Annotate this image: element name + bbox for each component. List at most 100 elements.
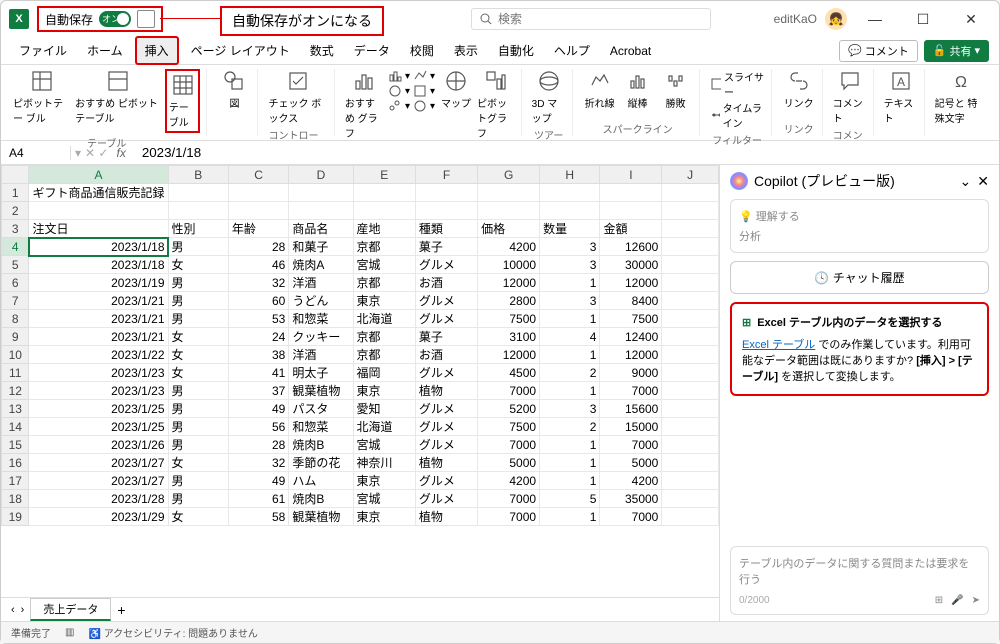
column-header[interactable]: H [540, 166, 600, 184]
pivot-table-button[interactable]: ピボットテー ブル [13, 69, 71, 125]
cell[interactable]: 男 [168, 310, 228, 328]
cell[interactable]: 観葉植物 [289, 382, 353, 400]
cell[interactable]: 2023/1/19 [29, 274, 168, 292]
cell[interactable]: 2023/1/21 [29, 328, 168, 346]
tab-help[interactable]: ヘルプ [546, 38, 598, 63]
cell[interactable]: 3 [540, 292, 600, 310]
cell[interactable]: 性別 [168, 220, 228, 238]
cell[interactable]: 7500 [600, 310, 662, 328]
autosave-toggle[interactable]: 自動保存 オン [37, 6, 163, 32]
cell[interactable]: 2023/1/23 [29, 364, 168, 382]
table-button[interactable]: テーブル [165, 69, 201, 133]
copilot-send-icon[interactable]: ➤ [972, 595, 980, 606]
tab-file[interactable]: ファイル [11, 38, 75, 63]
cell[interactable] [415, 184, 477, 202]
cell[interactable]: 1 [540, 454, 600, 472]
cell[interactable]: 3 [540, 238, 600, 256]
cell[interactable]: 58 [228, 508, 288, 526]
cell[interactable]: 年齢 [228, 220, 288, 238]
cell[interactable] [540, 202, 600, 220]
cell[interactable]: 女 [168, 364, 228, 382]
cell[interactable]: 1 [540, 508, 600, 526]
column-header[interactable]: F [415, 166, 477, 184]
cell[interactable]: 男 [168, 472, 228, 490]
maps-button[interactable]: マップ [439, 69, 473, 110]
cell[interactable]: お酒 [415, 274, 477, 292]
cell[interactable] [478, 202, 540, 220]
cell[interactable] [662, 346, 719, 364]
tab-data[interactable]: データ [346, 38, 398, 63]
cell[interactable]: グルメ [415, 256, 477, 274]
copilot-grid-icon[interactable]: ⊞ [935, 595, 943, 606]
tab-pagelayout[interactable]: ページ レイアウト [183, 38, 298, 63]
cell[interactable]: 京都 [353, 328, 415, 346]
column-header[interactable]: C [228, 166, 288, 184]
cell[interactable]: 49 [228, 472, 288, 490]
add-sheet-button[interactable]: + [117, 602, 125, 618]
cell[interactable]: 12000 [600, 346, 662, 364]
cell[interactable] [353, 202, 415, 220]
cell[interactable]: 9000 [600, 364, 662, 382]
row-header[interactable]: 8 [2, 310, 29, 328]
cell[interactable] [662, 292, 719, 310]
text-button[interactable]: Aテキスト [884, 69, 918, 125]
sheet-tab[interactable]: 売上データ [30, 598, 111, 621]
cell[interactable]: 2023/1/18 [29, 256, 168, 274]
cell[interactable] [662, 184, 719, 202]
row-header[interactable]: 6 [2, 274, 29, 292]
row-header[interactable]: 1 [2, 184, 29, 202]
cell[interactable] [662, 238, 719, 256]
row-header[interactable]: 13 [2, 400, 29, 418]
cell[interactable]: 2023/1/18 [29, 238, 168, 256]
cell[interactable]: 2023/1/25 [29, 400, 168, 418]
cell[interactable] [662, 202, 719, 220]
cell[interactable] [600, 184, 662, 202]
cell[interactable]: 60 [228, 292, 288, 310]
cell[interactable] [662, 472, 719, 490]
cell[interactable]: 38 [228, 346, 288, 364]
cell[interactable]: 49 [228, 400, 288, 418]
row-header[interactable]: 5 [2, 256, 29, 274]
row-header[interactable]: 4 [2, 238, 29, 256]
cell[interactable]: 植物 [415, 454, 477, 472]
cell[interactable]: 種類 [415, 220, 477, 238]
cell[interactable] [662, 418, 719, 436]
cell[interactable]: 女 [168, 454, 228, 472]
row-header[interactable]: 19 [2, 508, 29, 526]
cell[interactable]: 2023/1/27 [29, 454, 168, 472]
cell[interactable] [228, 184, 288, 202]
checkbox-button[interactable]: チェック ボックス [268, 69, 327, 125]
cell[interactable]: 3100 [478, 328, 540, 346]
cell[interactable]: 注文日 [29, 220, 168, 238]
formula-input[interactable] [134, 145, 999, 160]
cell[interactable]: 2800 [478, 292, 540, 310]
excel-table-link[interactable]: Excel テーブル [742, 339, 815, 351]
cell[interactable]: グルメ [415, 436, 477, 454]
row-header[interactable]: 18 [2, 490, 29, 508]
cell[interactable]: 和惣菜 [289, 418, 353, 436]
cell[interactable]: グルメ [415, 490, 477, 508]
cell[interactable]: グルメ [415, 364, 477, 382]
cell[interactable]: 7000 [478, 382, 540, 400]
cell[interactable]: 56 [228, 418, 288, 436]
sparkline-winloss[interactable]: 勝敗 [659, 69, 693, 110]
toggle-switch[interactable]: オン [99, 11, 131, 27]
cell[interactable]: 2023/1/21 [29, 292, 168, 310]
cell[interactable] [662, 310, 719, 328]
sparkline-column[interactable]: 縦棒 [621, 69, 655, 110]
cell[interactable]: 2023/1/28 [29, 490, 168, 508]
tab-review[interactable]: 校閲 [402, 38, 442, 63]
cell[interactable]: 女 [168, 508, 228, 526]
cell[interactable]: 北海道 [353, 418, 415, 436]
cell[interactable]: 15000 [600, 418, 662, 436]
cell[interactable]: 37 [228, 382, 288, 400]
sparkline-line[interactable]: 折れ線 [583, 69, 617, 110]
column-header[interactable]: G [478, 166, 540, 184]
cell[interactable] [662, 256, 719, 274]
cell[interactable]: 京都 [353, 346, 415, 364]
cell[interactable] [600, 202, 662, 220]
cell[interactable]: 3 [540, 400, 600, 418]
cell[interactable]: 5000 [600, 454, 662, 472]
row-header[interactable]: 7 [2, 292, 29, 310]
cell[interactable]: 30000 [600, 256, 662, 274]
